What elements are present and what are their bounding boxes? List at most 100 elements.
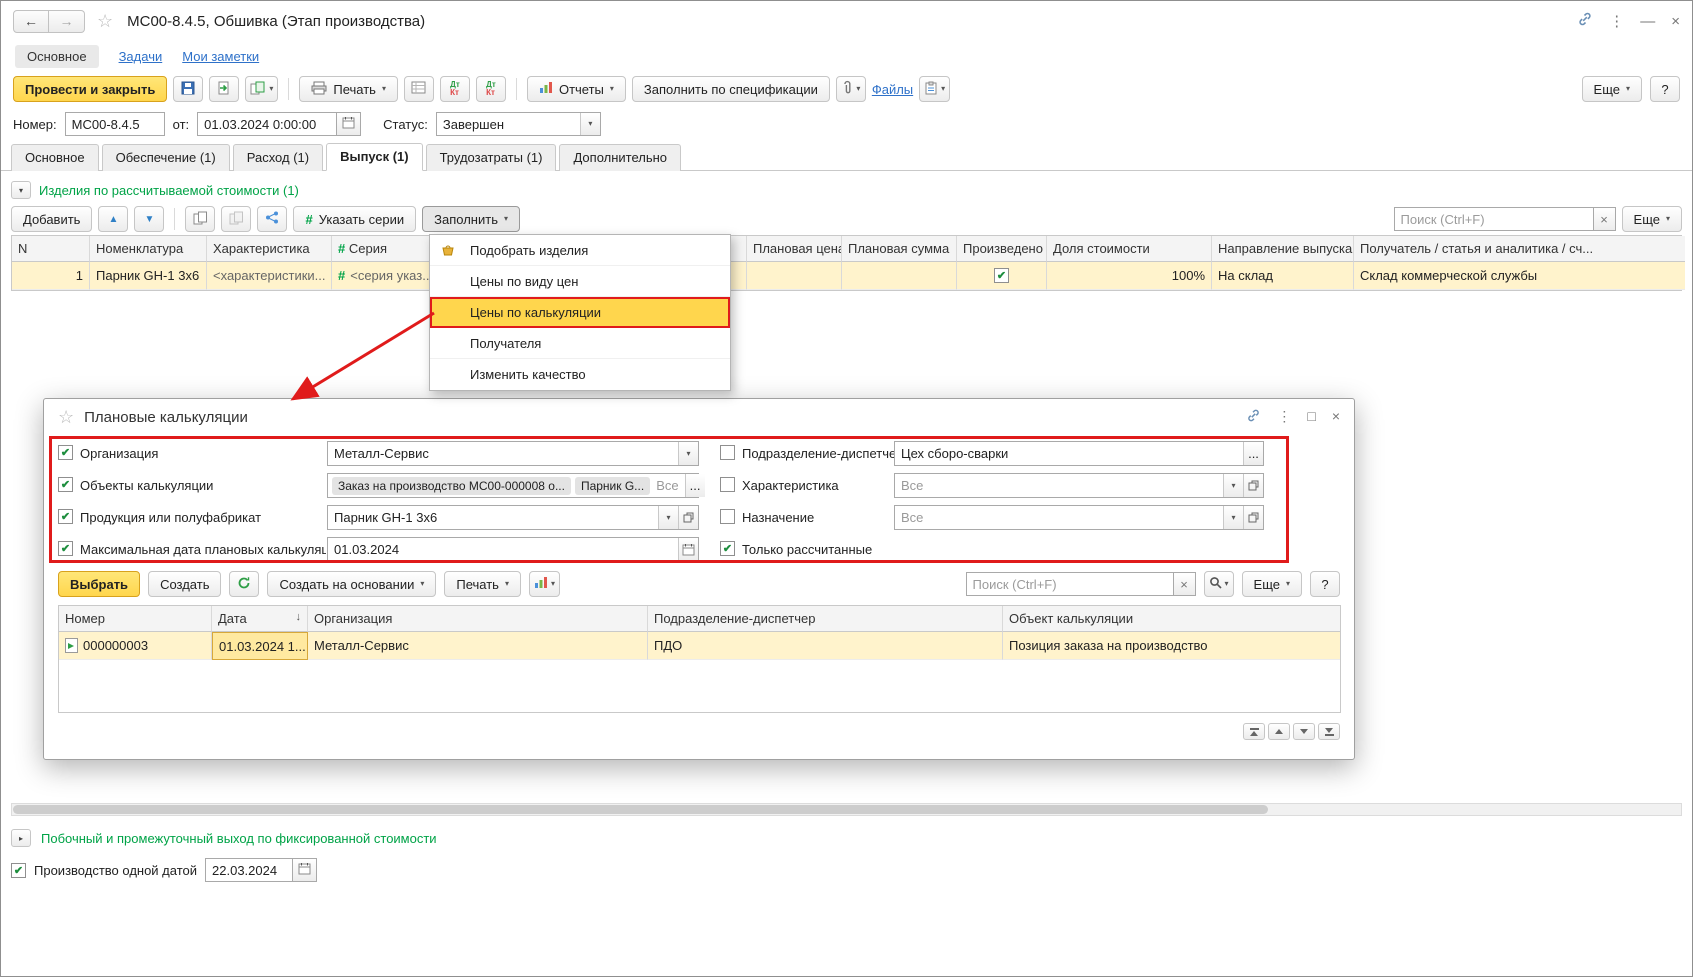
product-checkbox[interactable]: ✔ [58, 509, 73, 524]
favorite-star-icon[interactable]: ☆ [97, 11, 113, 32]
attachments-menu-button[interactable]: ▾ [836, 76, 866, 102]
open-characteristic-button[interactable] [1243, 474, 1263, 497]
col-calc-object[interactable]: Объект калькуляции [1003, 606, 1340, 632]
menu-item-prices-by-calculation[interactable]: Цены по калькуляции [430, 297, 730, 328]
select-button[interactable]: Выбрать [58, 571, 140, 597]
col-cost-share[interactable]: Доля стоимости [1047, 236, 1212, 262]
refresh-button[interactable] [229, 571, 259, 597]
nav-main[interactable]: Основное [15, 45, 99, 68]
kebab-menu-icon[interactable]: ⋮ [1609, 12, 1624, 30]
characteristic-checkbox[interactable] [720, 477, 735, 492]
go-next-button[interactable] [1293, 723, 1315, 740]
reports-menu-button[interactable]: Отчеты ▾ [527, 76, 626, 102]
files-link[interactable]: Файлы [872, 82, 913, 97]
single-date-calendar-button[interactable] [293, 858, 317, 882]
col-characteristic[interactable]: Характеристика [207, 236, 332, 262]
forward-button[interactable]: → [49, 10, 85, 33]
calc-object-chip[interactable]: Заказ на производство МС00-000008 о... [332, 477, 571, 495]
get-link-icon[interactable] [1246, 408, 1261, 426]
tasks-list-button[interactable] [404, 76, 434, 102]
col-direction[interactable]: Направление выпуска [1212, 236, 1354, 262]
characteristic-combo[interactable]: Все ▾ [894, 473, 1264, 498]
go-previous-button[interactable] [1268, 723, 1290, 740]
maximize-icon[interactable]: □ [1307, 408, 1315, 426]
purpose-combo[interactable]: Все ▾ [894, 505, 1264, 530]
create-copy-menu-button[interactable]: ▾ [245, 76, 278, 102]
single-date-field[interactable] [205, 858, 293, 882]
more-menu-button[interactable]: Еще ▾ [1582, 76, 1642, 102]
col-nomenclature[interactable]: Номенклатура [90, 236, 207, 262]
dialog-help-button[interactable]: ? [1310, 571, 1340, 597]
col-date[interactable]: Дата↓ [212, 606, 308, 632]
close-icon[interactable]: × [1332, 408, 1340, 426]
single-date-checkbox[interactable]: ✔ [11, 863, 26, 878]
status-select[interactable]: Завершен ▾ [436, 112, 601, 136]
product-combo[interactable]: Парник GH-1 3х6 ▾ [327, 505, 699, 530]
col-planned-sum[interactable]: Плановая сумма [842, 236, 957, 262]
max-date-checkbox[interactable]: ✔ [58, 541, 73, 556]
tab-main[interactable]: Основное [11, 144, 99, 171]
col-n[interactable]: N [12, 236, 90, 262]
expand-section-button[interactable]: ▸ [11, 829, 31, 847]
col-number[interactable]: Номер [59, 606, 212, 632]
produced-checkbox[interactable]: ✔ [994, 268, 1009, 283]
move-up-button[interactable]: ▲ [98, 206, 128, 232]
organization-checkbox[interactable]: ✔ [58, 445, 73, 460]
max-date-field[interactable]: 01.03.2024 [327, 537, 699, 562]
clipboard-menu-button[interactable]: ▾ [919, 76, 950, 102]
products-section-title[interactable]: Изделия по рассчитываемой стоимости (1) [39, 183, 299, 198]
menu-item-receiver[interactable]: Получателя [430, 328, 730, 359]
create-button[interactable]: Создать [148, 571, 221, 597]
clear-search-button[interactable]: × [1594, 207, 1616, 231]
open-product-button[interactable] [678, 506, 698, 529]
organization-combo[interactable]: Металл-Сервис ▾ [327, 441, 699, 466]
nav-notes[interactable]: Мои заметки [182, 49, 259, 64]
go-last-button[interactable] [1318, 723, 1340, 740]
tab-labor[interactable]: Трудозатраты (1) [426, 144, 557, 171]
dialog-print-button[interactable]: Печать ▾ [444, 571, 521, 597]
back-button[interactable]: ← [13, 10, 49, 33]
minimize-icon[interactable]: — [1640, 13, 1655, 30]
favorite-star-icon[interactable]: ☆ [58, 407, 74, 428]
calc-objects-field[interactable]: Заказ на производство МС00-000008 о... П… [327, 473, 699, 498]
close-icon[interactable]: × [1671, 13, 1680, 30]
col-planned-price[interactable]: Плановая цена [747, 236, 842, 262]
fill-menu-button[interactable]: Заполнить ▾ [422, 206, 520, 232]
only-calculated-checkbox[interactable]: ✔ [720, 541, 735, 556]
products-search-input[interactable] [1394, 207, 1594, 231]
post-and-close-button[interactable]: Провести и закрыть [13, 76, 167, 102]
dispatcher-ellipsis-button[interactable]: ... [1243, 442, 1263, 465]
tab-additional[interactable]: Дополнительно [559, 144, 681, 171]
advanced-search-button[interactable]: ▾ [1204, 571, 1234, 597]
go-first-button[interactable] [1243, 723, 1265, 740]
horizontal-scrollbar[interactable] [11, 803, 1682, 816]
add-row-button[interactable]: Добавить [11, 206, 92, 232]
dialog-clear-search-button[interactable]: × [1174, 572, 1196, 596]
tab-output[interactable]: Выпуск (1) [326, 143, 423, 171]
date-calendar-button[interactable] [337, 112, 361, 136]
accounting-register-button[interactable]: ДтКт [476, 76, 506, 102]
col-receiver[interactable]: Получатель / статья и аналитика / сч... [1354, 236, 1685, 262]
calculations-table-row[interactable]: 000000003 01.03.2024 1... Металл-Сервис … [59, 632, 1340, 660]
dialog-reports-button[interactable]: ▾ [529, 571, 560, 597]
calc-objects-ellipsis-button[interactable]: ... [685, 474, 705, 497]
get-link-icon[interactable] [1577, 11, 1593, 31]
fill-by-spec-button[interactable]: Заполнить по спецификации [632, 76, 830, 102]
collapse-section-button[interactable]: ▾ [11, 181, 31, 199]
move-down-button[interactable]: ▼ [134, 206, 164, 232]
nav-tasks[interactable]: Задачи [119, 49, 163, 64]
print-menu-button[interactable]: Печать ▾ [299, 76, 398, 102]
products-table-row[interactable]: 1 Парник GH-1 3х6 <характеристики... #<с… [12, 262, 1681, 290]
purpose-checkbox[interactable] [720, 509, 735, 524]
document-movements-button[interactable]: ДтКт [440, 76, 470, 102]
scrollbar-thumb[interactable] [13, 805, 1268, 814]
kebab-menu-icon[interactable]: ⋮ [1277, 408, 1291, 426]
dispatcher-field[interactable]: Цех сборо-сварки ... [894, 441, 1264, 466]
specify-series-button[interactable]: # Указать серии [293, 206, 416, 232]
col-produced[interactable]: Произведено [957, 236, 1047, 262]
help-button[interactable]: ? [1650, 76, 1680, 102]
dispatcher-checkbox[interactable] [720, 445, 735, 460]
paste-row-button[interactable] [221, 206, 251, 232]
copy-row-button[interactable] [185, 206, 215, 232]
menu-item-prices-by-type[interactable]: Цены по виду цен [430, 266, 730, 297]
